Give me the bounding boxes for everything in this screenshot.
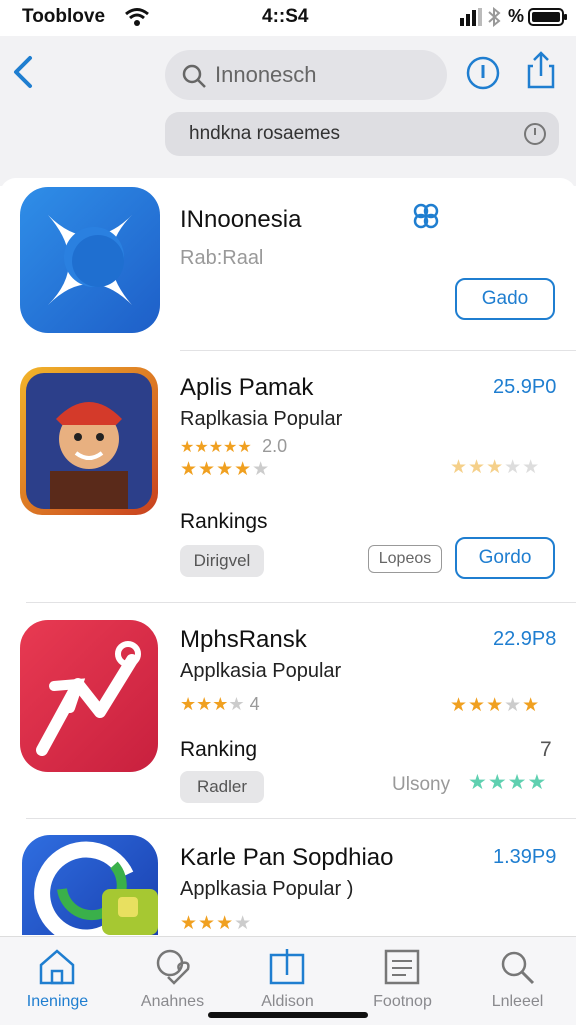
clock-icon[interactable] (523, 122, 547, 146)
app-subtitle: Applkasia Popular ) (180, 878, 354, 900)
app-icon-karle[interactable] (22, 835, 158, 935)
rank-number: 7 (540, 738, 552, 761)
status-time: 4::S4 (262, 6, 309, 27)
category-tag[interactable]: Dirigvel (180, 545, 264, 577)
signal-icon (460, 8, 482, 26)
rating-count: 4 (249, 694, 260, 714)
app-icon-mphs[interactable] (20, 620, 158, 772)
developer-label: Ulsony (392, 774, 451, 795)
g-logo-icon (34, 841, 158, 935)
rating-row: ★★★★★ 2.0 (180, 436, 287, 457)
star-rating: ★★★★ (468, 771, 548, 794)
star-rating: ★★★★★ (180, 439, 252, 456)
bluetooth-icon (488, 7, 501, 27)
filter-text: hndkna rosaemes (189, 123, 341, 144)
tab-home[interactable]: Ineninge (0, 937, 115, 1025)
battery-icon (528, 8, 567, 26)
board-icon (269, 949, 305, 985)
info-icon[interactable] (466, 56, 500, 90)
category-tag[interactable]: Radler (180, 771, 264, 803)
search-bar[interactable]: Innonesch (165, 50, 447, 100)
rating-row: ★★★★ 4 (180, 694, 260, 714)
tab-label: Lnleeel (491, 993, 544, 1010)
game-character-icon (26, 373, 152, 509)
share-icon[interactable] (526, 50, 556, 90)
tab-label: Anahnes (140, 993, 205, 1010)
filter-field[interactable]: hndkna rosaemes (165, 112, 559, 156)
star-rating: ★★★★★ (450, 457, 541, 478)
search-icon (182, 64, 206, 88)
carrier-label: Tooblove (22, 6, 106, 27)
app-subtitle: Raplkasia Popular (180, 408, 343, 430)
status-bar: Tooblove 4::S4 % (0, 0, 576, 36)
ranking-label: Ranking (180, 738, 258, 761)
rating-count: 2.0 (262, 436, 288, 456)
app-title: Aplis Pamak (180, 374, 314, 401)
updates-badge[interactable]: Lopeos (368, 545, 442, 573)
star-rating: ★★★★ (180, 913, 253, 934)
divider (26, 602, 576, 603)
star-rating: ★★★★★ (180, 459, 271, 480)
app-icon-indonesia[interactable] (20, 187, 160, 333)
app-title: INnoonesia (180, 206, 302, 233)
app-price: 25.9P0 (493, 376, 557, 398)
orbit-logo-icon (48, 215, 132, 305)
divider (26, 818, 576, 819)
tab-label: Aldison (261, 993, 314, 1010)
ranking-label: Rankings (180, 510, 268, 533)
heart-chat-icon (156, 949, 190, 985)
tab-search[interactable]: Lnleeel (460, 937, 575, 1025)
app-title: MphsRansk (180, 626, 307, 653)
star-rating: ★★★★★ (450, 695, 541, 716)
get-button[interactable]: Gordo (455, 537, 555, 579)
app-subtitle: Applkasia Popular (180, 660, 342, 682)
star-rating: ★★★ (180, 694, 229, 714)
app-subtitle: Rab:Raal (180, 247, 264, 269)
divider (180, 350, 576, 351)
get-button[interactable]: Gado (455, 278, 555, 320)
home-indicator (208, 1012, 368, 1018)
arrow-check-icon (36, 641, 141, 756)
tab-label: Ineninge (26, 993, 89, 1010)
home-icon (39, 949, 75, 985)
back-chevron-icon[interactable] (10, 54, 36, 90)
app-icon-game[interactable] (20, 367, 158, 515)
flower-badge-icon (413, 203, 439, 229)
app-title: Karle Pan Sopdhiao (180, 844, 394, 871)
news-icon (384, 949, 420, 985)
battery-percent: % (508, 6, 525, 26)
tab-label: Footnop (373, 993, 432, 1010)
app-price: 22.9P8 (493, 628, 557, 650)
wifi-icon (125, 8, 149, 26)
search-icon (501, 951, 535, 985)
app-price: 1.39P9 (493, 846, 557, 868)
search-query: Innonesch (215, 62, 317, 87)
